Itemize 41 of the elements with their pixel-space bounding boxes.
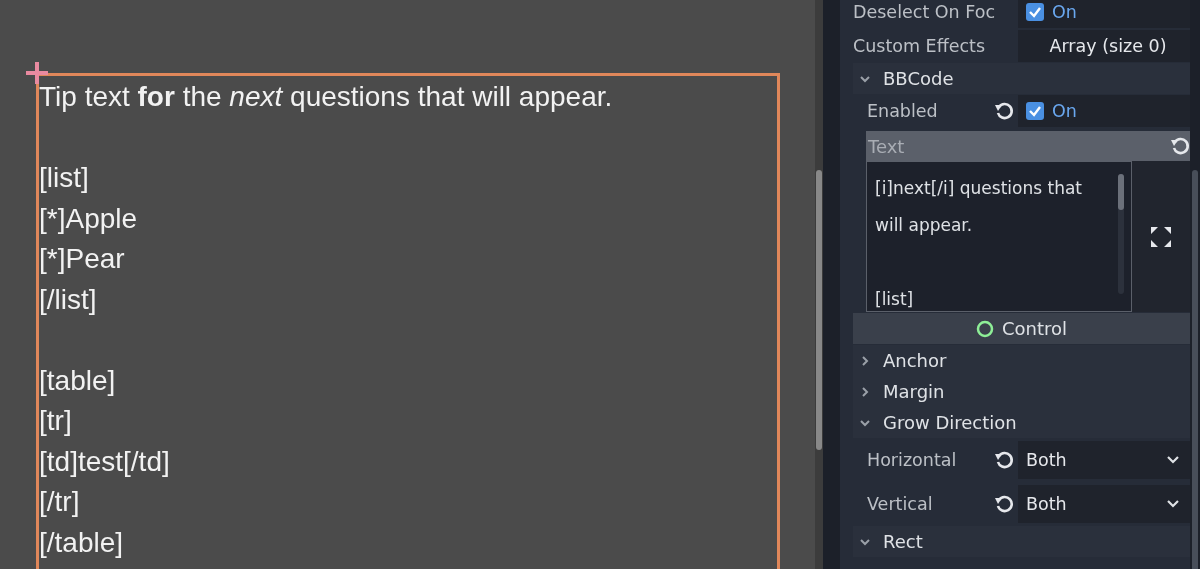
scrollbar[interactable] xyxy=(815,0,823,569)
text-line: Tip text for the next questions that will appear. xyxy=(39,80,613,114)
text-line: [/list] xyxy=(39,282,98,317)
property-label: Vertical xyxy=(867,494,933,514)
text-line: [*]Apple xyxy=(39,201,139,236)
revert-icon[interactable] xyxy=(1170,136,1190,156)
chevron-right-icon[interactable] xyxy=(859,385,871,398)
revert-icon[interactable] xyxy=(994,494,1014,514)
dropdown[interactable]: Both xyxy=(1018,441,1190,479)
expand-icon[interactable] xyxy=(1150,225,1172,248)
checkbox[interactable] xyxy=(1026,3,1044,21)
text-line: [td]test[/td] xyxy=(39,444,171,479)
circle-icon xyxy=(975,319,994,338)
scrollbar[interactable] xyxy=(1190,0,1200,569)
text-line: [tr] xyxy=(39,404,73,438)
text-editor[interactable]: [i]next[/i] questions that will appear. [list] xyxy=(866,161,1132,312)
property-label: Horizontal xyxy=(867,450,957,470)
array-button[interactable]: Array (size 0) xyxy=(1018,30,1190,62)
section-header[interactable]: Anchor xyxy=(853,345,1190,376)
checkbox-field[interactable]: On xyxy=(1018,0,1190,28)
checkbox[interactable] xyxy=(1026,102,1044,120)
property-label: Custom Effects xyxy=(853,36,986,56)
section-header[interactable]: Grow Direction xyxy=(853,407,1190,438)
chevron-right-icon[interactable] xyxy=(859,354,871,367)
checkbox-field[interactable]: On xyxy=(1018,95,1190,127)
text-line: [list] xyxy=(39,161,90,195)
section-header[interactable]: Rect xyxy=(853,526,1190,557)
section-header[interactable]: BBCode xyxy=(853,63,1190,94)
text-line: [table] xyxy=(39,363,117,398)
property-label: Text xyxy=(868,135,905,157)
revert-icon[interactable] xyxy=(994,101,1014,121)
dropdown[interactable]: Both xyxy=(1018,485,1190,523)
section-header[interactable]: Margin xyxy=(853,376,1190,407)
property-label: Enabled xyxy=(867,101,938,121)
text-line: [/table] xyxy=(39,525,125,560)
crosshair-icon xyxy=(26,62,48,84)
text-line: [*]Pear xyxy=(39,242,126,276)
revert-icon[interactable] xyxy=(994,450,1014,470)
property-label: Deselect On Foc xyxy=(853,2,995,22)
text-line: [/tr] xyxy=(39,485,81,519)
category-header: Control xyxy=(853,313,1190,344)
